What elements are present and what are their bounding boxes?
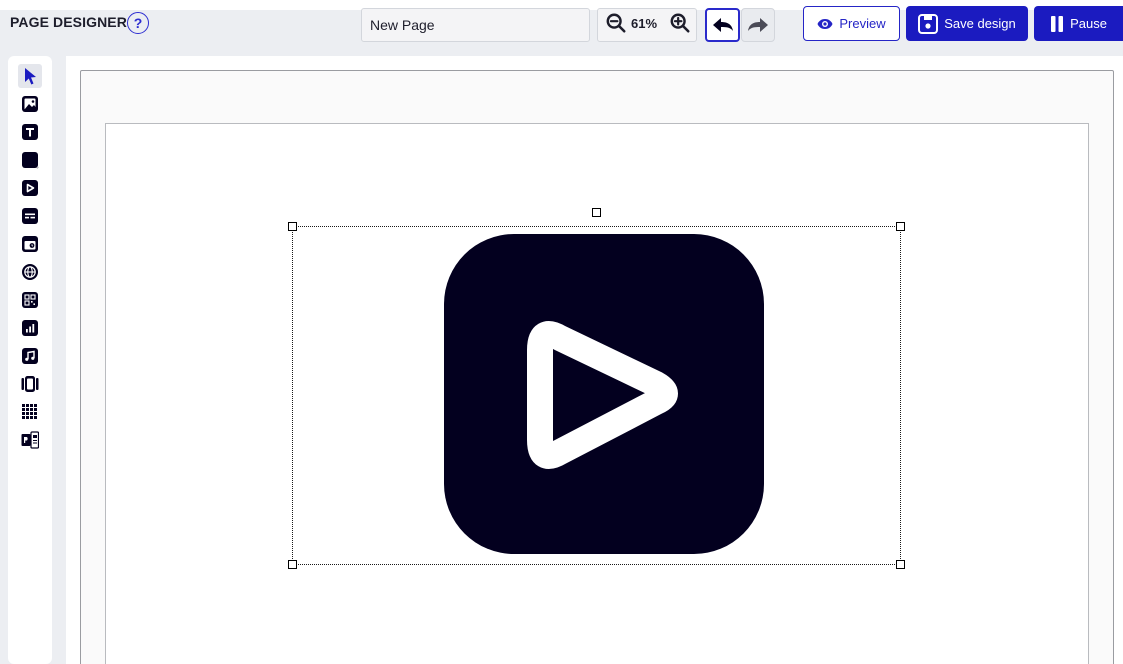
ticker-icon [22, 208, 38, 224]
resize-handle-top-left[interactable] [288, 222, 297, 231]
element-toolbox [8, 56, 52, 664]
image-tool[interactable] [18, 92, 42, 116]
audio-tool[interactable] [18, 344, 42, 368]
redo-icon [748, 18, 768, 32]
pause-icon [1051, 15, 1064, 32]
resize-handle-bottom-right[interactable] [896, 560, 905, 569]
text-tool[interactable] [18, 120, 42, 144]
undo-button[interactable] [705, 8, 740, 42]
selection-box[interactable] [292, 226, 901, 565]
save-label: Save design [944, 16, 1016, 31]
shape-icon [22, 152, 39, 169]
carousel-icon [21, 376, 39, 392]
grid-icon [22, 404, 37, 419]
image-icon [22, 96, 38, 112]
undo-icon [712, 18, 733, 32]
video-icon [22, 180, 38, 196]
pointer-tool[interactable] [18, 64, 42, 88]
preview-label: Preview [839, 16, 886, 31]
video-tool[interactable] [18, 176, 42, 200]
web-tool[interactable] [18, 260, 42, 284]
chart-tool[interactable] [18, 316, 42, 340]
web-icon [22, 264, 38, 280]
eye-icon [817, 18, 833, 29]
save-icon [918, 13, 939, 34]
pointer-icon [25, 68, 36, 85]
save-design-button[interactable]: Save design [906, 6, 1028, 41]
zoom-level: 61% [631, 16, 658, 31]
preview-button[interactable]: Preview [803, 6, 900, 41]
calendar-icon [22, 236, 38, 252]
qr-code-icon [22, 292, 38, 308]
pause-label: Pause [1070, 16, 1107, 31]
resize-handle-top-right[interactable] [896, 222, 905, 231]
chart-icon [22, 320, 38, 336]
zoom-in-icon[interactable] [669, 12, 691, 34]
powerpoint-icon [21, 431, 39, 449]
calendar-tool[interactable] [18, 232, 42, 256]
text-icon [22, 124, 38, 140]
shape-tool[interactable] [18, 148, 42, 172]
rotate-handle[interactable] [592, 208, 601, 217]
pause-button[interactable]: Pause [1034, 6, 1123, 41]
redo-button[interactable] [741, 8, 775, 42]
grid-tool[interactable] [18, 400, 42, 424]
page-title: PAGE DESIGNER [10, 14, 127, 30]
qr-code-tool[interactable] [18, 288, 42, 312]
audio-icon [22, 348, 38, 364]
ticker-tool[interactable] [18, 204, 42, 228]
carousel-tool[interactable] [18, 372, 42, 396]
resize-handle-bottom-left[interactable] [288, 560, 297, 569]
help-icon[interactable]: ? [127, 12, 149, 34]
page-name-input[interactable] [361, 8, 590, 42]
zoom-out-icon[interactable] [605, 12, 627, 34]
powerpoint-tool[interactable] [18, 428, 42, 452]
